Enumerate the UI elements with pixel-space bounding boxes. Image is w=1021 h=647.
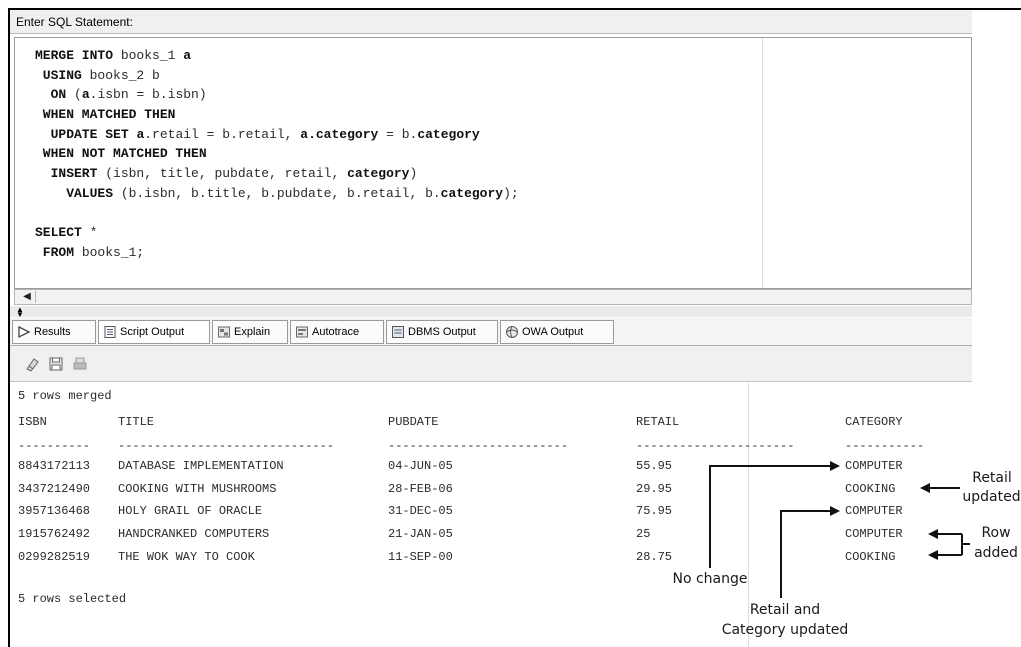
- annotation-arrows: [709, 461, 970, 598]
- retail-and-category-label-line1: Retail and: [749, 602, 821, 618]
- row-added-bracket: [928, 529, 970, 560]
- row-added-label-line1: Row: [981, 525, 1011, 541]
- retail-updated-label-line1: Retail: [972, 470, 1012, 486]
- no-change-label: No change: [672, 571, 748, 587]
- row-added-label-line2: added: [974, 545, 1018, 561]
- retail-and-category-label-line2: Category updated: [721, 622, 849, 638]
- retail-updated-label-line2: updated: [962, 489, 1021, 505]
- no-change-arrow: [709, 461, 840, 568]
- retail-and-category-arrow: [780, 506, 840, 598]
